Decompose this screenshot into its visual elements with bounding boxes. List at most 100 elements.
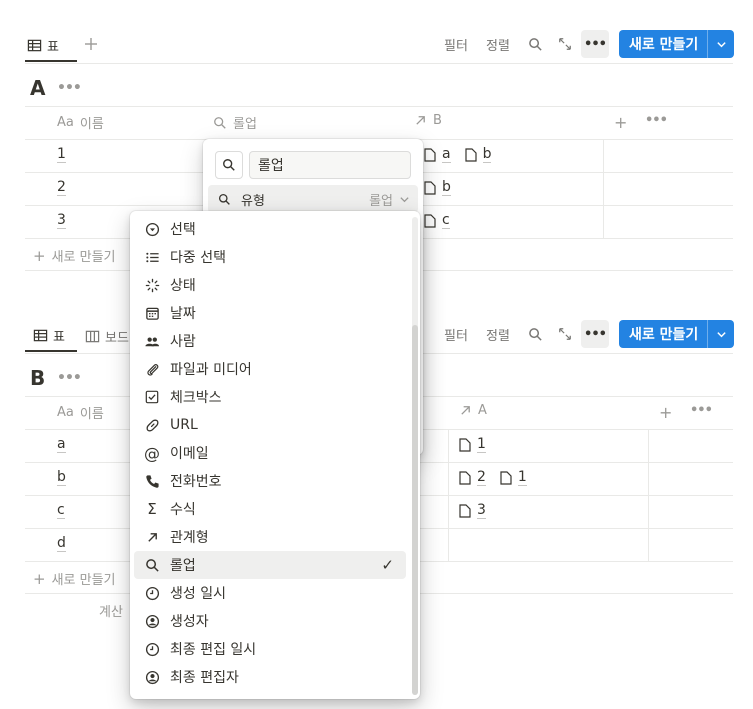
expand-icon[interactable]: [551, 320, 579, 348]
relation-cell[interactable]: a b: [424, 147, 492, 163]
sort-button[interactable]: 정렬: [486, 320, 510, 348]
page-icon: [424, 181, 436, 195]
menu-item-files-media[interactable]: 파일과 미디어: [134, 355, 406, 383]
people-icon: [144, 333, 160, 349]
arrow-up-right-icon: [144, 529, 160, 545]
clock-icon: [144, 585, 160, 601]
filter-button[interactable]: 필터: [444, 320, 468, 348]
menu-item-email[interactable]: @ 이메일: [134, 439, 406, 467]
sigma-icon: Σ: [147, 500, 157, 518]
select-icon: [144, 221, 160, 237]
page-icon: [500, 471, 512, 485]
tab-board-b[interactable]: 보드: [85, 320, 129, 352]
calendar-icon: [144, 305, 160, 321]
search-icon[interactable]: [521, 30, 549, 58]
person-circle-icon: [144, 613, 160, 629]
phone-icon: [144, 473, 160, 489]
table-row[interactable]: a: [57, 437, 66, 453]
column-header-relation-a[interactable]: A: [459, 403, 487, 418]
property-icon-button[interactable]: [215, 151, 243, 179]
menu-item-created-by[interactable]: 생성자: [134, 607, 406, 635]
add-view-icon[interactable]: [77, 30, 105, 58]
calculate-button[interactable]: 계산: [99, 601, 123, 620]
add-property-icon[interactable]: +: [659, 403, 672, 422]
menu-item-select[interactable]: 선택: [134, 215, 406, 243]
table-row[interactable]: 2: [57, 180, 66, 196]
table-row[interactable]: c: [57, 503, 65, 519]
property-type-row[interactable]: 유형 롤업: [208, 185, 418, 213]
arrow-up-right-icon: [461, 406, 470, 415]
person-circle-icon: [144, 669, 160, 685]
relation-cell[interactable]: 2 1: [459, 470, 527, 486]
more-options-button[interactable]: •••: [581, 30, 609, 58]
column-more-icon[interactable]: •••: [690, 403, 713, 418]
page-icon: [464, 148, 477, 162]
menu-scrollbar-thumb[interactable]: [412, 325, 418, 695]
filter-button[interactable]: 필터: [444, 30, 468, 58]
column-header-name[interactable]: Aa 이름: [57, 403, 104, 422]
board-icon: [85, 330, 100, 342]
menu-item-status[interactable]: 상태: [134, 271, 406, 299]
search-icon[interactable]: [521, 320, 549, 348]
menu-item-last-edited-by[interactable]: 최종 편집자: [134, 663, 406, 691]
expand-icon[interactable]: [551, 30, 579, 58]
text-type-icon: Aa: [57, 405, 74, 420]
menu-item-checkbox[interactable]: 체크박스: [134, 383, 406, 411]
table-row[interactable]: d: [57, 536, 66, 552]
menu-item-phone[interactable]: 전화번호: [134, 467, 406, 495]
text-type-icon: Aa: [57, 115, 74, 130]
page-icon: [424, 148, 436, 162]
status-icon: [144, 277, 160, 293]
menu-item-url[interactable]: URL: [134, 411, 406, 439]
new-button[interactable]: 새로 만들기: [619, 30, 734, 58]
database-more-icon[interactable]: •••: [57, 80, 82, 96]
plus-icon: +: [33, 246, 46, 265]
new-button-label: 새로 만들기: [629, 37, 699, 53]
chevron-down-icon[interactable]: [708, 39, 734, 50]
menu-item-created-time[interactable]: 생성 일시: [134, 579, 406, 607]
column-more-icon[interactable]: •••: [645, 113, 668, 128]
table-row[interactable]: b: [57, 470, 66, 486]
paperclip-icon: [144, 361, 160, 377]
more-options-button[interactable]: •••: [581, 320, 609, 348]
database-more-icon[interactable]: •••: [57, 370, 82, 386]
tab-table-a[interactable]: 표: [25, 30, 77, 62]
menu-item-relation[interactable]: 관계형: [134, 523, 406, 551]
relation-cell[interactable]: b: [424, 180, 451, 196]
menu-item-formula[interactable]: Σ 수식: [134, 495, 406, 523]
tab-table-label: 표: [47, 39, 59, 55]
type-value: 롤업: [369, 193, 393, 209]
plus-icon: +: [33, 569, 46, 588]
table-icon: [27, 39, 42, 51]
property-name-input[interactable]: 롤업: [249, 151, 411, 179]
menu-item-person[interactable]: 사람: [134, 327, 406, 355]
menu-item-date[interactable]: 날짜: [134, 299, 406, 327]
add-property-icon[interactable]: +: [614, 113, 627, 132]
relation-cell[interactable]: 3: [459, 503, 486, 519]
column-header-relation-b[interactable]: B: [414, 113, 442, 128]
search-icon: [144, 557, 160, 573]
new-row-button[interactable]: + 새로 만들기: [33, 246, 116, 266]
checkbox-icon: [144, 389, 160, 405]
menu-item-last-edited-time[interactable]: 최종 편집 일시: [134, 635, 406, 663]
at-icon: @: [144, 443, 160, 463]
new-row-button[interactable]: + 새로 만들기: [33, 569, 116, 589]
relation-cell[interactable]: 1: [459, 437, 486, 453]
menu-item-multi-select[interactable]: 다중 선택: [134, 243, 406, 271]
clock-icon: [144, 641, 160, 657]
chevron-down-icon[interactable]: [708, 329, 734, 340]
tab-table-b[interactable]: 표: [25, 320, 77, 352]
link-icon: [144, 417, 160, 433]
table-row[interactable]: 3: [57, 213, 66, 229]
sort-button[interactable]: 정렬: [486, 30, 510, 58]
column-header-name[interactable]: Aa 이름: [57, 113, 104, 132]
database-title-a: A: [30, 76, 46, 100]
page-icon: [459, 438, 471, 452]
column-header-rollup[interactable]: 롤업: [213, 113, 257, 132]
search-icon: [214, 116, 226, 129]
new-button[interactable]: 새로 만들기: [619, 320, 734, 348]
menu-item-rollup[interactable]: 롤업 ✓: [134, 551, 406, 579]
table-row[interactable]: 1: [57, 147, 66, 163]
page-icon: [459, 471, 471, 485]
relation-cell[interactable]: c: [424, 213, 450, 229]
